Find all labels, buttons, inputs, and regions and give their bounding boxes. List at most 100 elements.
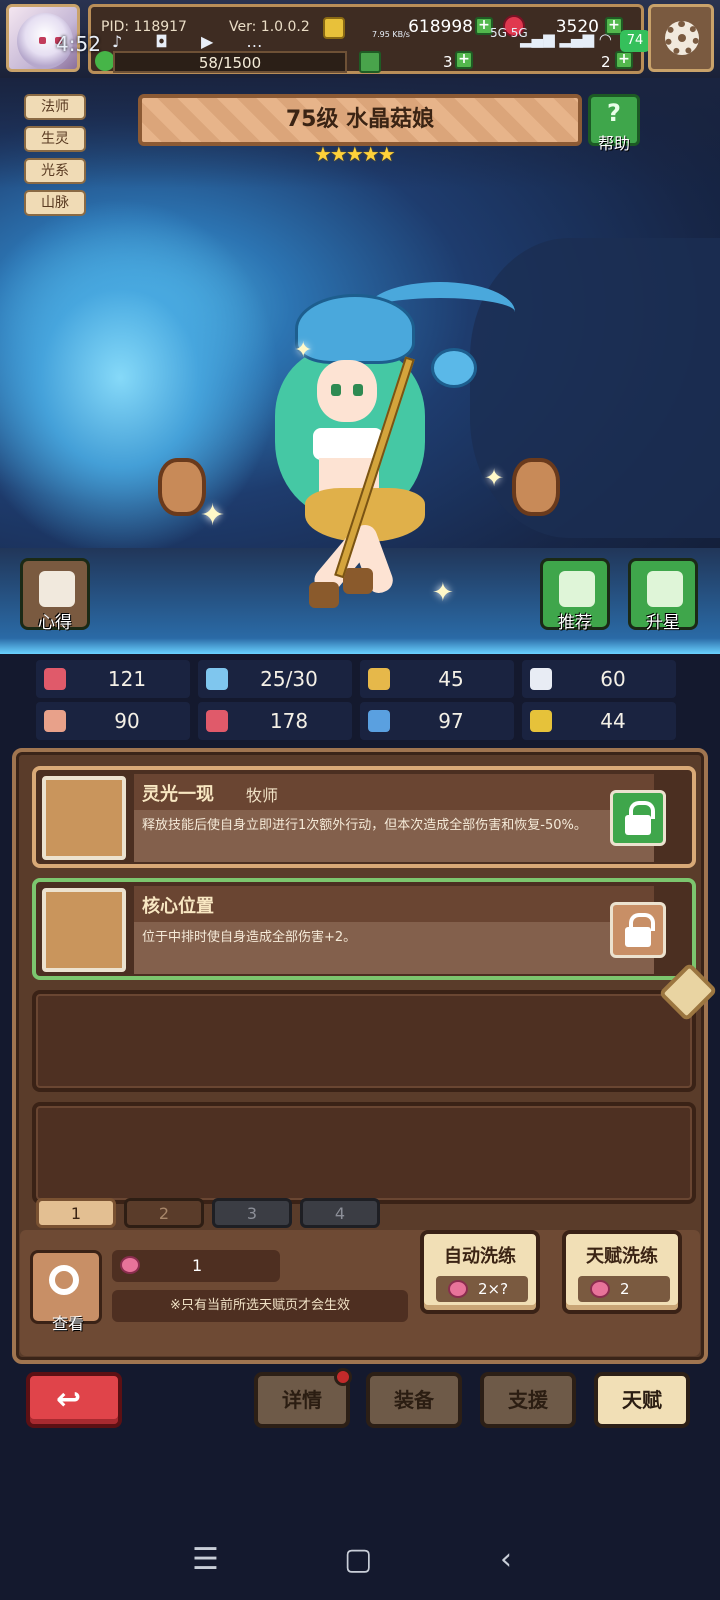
stat-luck: 44 — [522, 702, 676, 740]
fist-icon — [44, 710, 66, 732]
sparkle-icon: ✦ — [432, 578, 454, 608]
avatar-eye — [39, 37, 46, 44]
page-tab-2[interactable]: 2 — [124, 1198, 204, 1228]
stat-value: 121 — [107, 667, 147, 691]
talent-description: 释放技能后使自身立即进行1次额外行动，但本次造成全部伤害和恢复-50%。 — [134, 810, 654, 862]
back-nav-icon[interactable]: ‹ — [500, 1542, 512, 1577]
stat-strength: 90 — [36, 702, 190, 740]
stat-speed: 97 — [360, 702, 514, 740]
stat-agility: 60 — [522, 660, 676, 698]
clover-ticket-icon — [359, 51, 381, 73]
upgrade-star-label: 升星 — [646, 613, 680, 633]
stat-hp: 121 — [36, 660, 190, 698]
battery-indicator: 74 — [620, 30, 650, 52]
lock-icon[interactable] — [610, 790, 666, 846]
cross-icon — [42, 888, 126, 972]
page-tab-4[interactable]: 4 — [300, 1198, 380, 1228]
gold-coin-icon — [323, 17, 345, 39]
talent-panel: 灵光一现 牧师 释放技能后使自身立即进行1次额外行动，但本次造成全部伤害和恢复-… — [12, 748, 718, 1364]
tab-support[interactable]: 支援 — [480, 1372, 576, 1428]
sparkle-icon: ✦ — [200, 498, 226, 533]
shield-icon — [368, 668, 390, 690]
talent-description: 位于中排时使自身造成全部伤害+2。 — [134, 922, 654, 974]
thumbs-up-icon — [559, 571, 595, 607]
fruit-icon — [448, 1280, 468, 1298]
question-icon: ? — [607, 99, 621, 127]
talent-header: 核心位置 — [134, 886, 654, 922]
hero-tag-race: 生灵 — [24, 126, 86, 152]
system-navigation-bar: ☰ ▢ ‹ — [0, 1520, 720, 1600]
stat-mana: 25/30 — [198, 660, 352, 698]
stamina-value: 58/1500 — [198, 54, 262, 72]
talent-name: 灵光一现 — [142, 784, 214, 805]
add-ticket-button[interactable]: + — [455, 51, 473, 69]
notification-dot — [334, 1368, 352, 1386]
recent-apps-icon[interactable]: ☰ — [192, 1542, 219, 1577]
talent-card[interactable]: 灵光一现 牧师 释放技能后使自身立即进行1次额外行动，但本次造成全部伤害和恢复-… — [32, 766, 696, 868]
stat-value: 60 — [600, 667, 626, 691]
talent-header: 灵光一现 牧师 — [134, 774, 654, 810]
recommend-label: 推荐 — [558, 613, 592, 633]
add-key-button[interactable]: + — [615, 51, 633, 69]
stat-value: 44 — [600, 709, 626, 733]
unlock-icon[interactable] — [610, 902, 666, 958]
hammer-icon — [42, 776, 126, 860]
back-button[interactable]: ↩ — [26, 1372, 122, 1428]
hero-scene: 法师 生灵 光系 山脉 75级 水晶菇娘 ★★★★★ ? 帮助 ✦ ✦ ✦ ✦ … — [0, 78, 720, 654]
rune-stone-left — [158, 458, 206, 516]
settings-button[interactable] — [648, 4, 714, 72]
tab-talent[interactable]: 天赋 — [594, 1372, 690, 1428]
status-clock: 4:52 — [56, 32, 101, 56]
stat-value: 178 — [269, 709, 309, 733]
tab-equipment[interactable]: 装备 — [366, 1372, 462, 1428]
page-tab-3[interactable]: 3 — [212, 1198, 292, 1228]
top-bar: PID: 118917 Ver: 1.0.0.2 618998 + 3520 +… — [0, 0, 720, 78]
hero-title: 75级 水晶菇娘 — [138, 94, 582, 146]
gear-icon — [665, 21, 699, 55]
stat-value: 25/30 — [260, 667, 318, 691]
talent-refine-label: 天赋洗练 — [586, 1246, 658, 1267]
hero-star-rating: ★★★★★ — [314, 142, 396, 166]
talent-controls: 查看 1 ※只有当前所选天赋页才会生效 自动洗练 2×? 天赋洗练 2 — [20, 1230, 700, 1356]
talent-refine-button[interactable]: 天赋洗练 2 — [562, 1230, 682, 1314]
refine-fruit-counter: 1 — [112, 1250, 280, 1282]
talent-name: 核心位置 — [142, 896, 214, 917]
page-tab-1[interactable]: 1 — [36, 1198, 116, 1228]
wing-icon — [530, 668, 552, 690]
horseshoe-icon — [530, 710, 552, 732]
auto-refine-label: 自动洗练 — [444, 1246, 516, 1267]
help-label: 帮助 — [597, 134, 630, 153]
network-speed: 7.95 KB/s — [372, 30, 410, 39]
notes-label: 心得 — [38, 613, 72, 633]
fruit-icon — [590, 1280, 610, 1298]
stat-value: 90 — [114, 709, 140, 733]
sparkle-icon: ✦ — [484, 464, 505, 492]
talent-card[interactable]: 核心位置 位于中排时使自身造成全部伤害+2。 — [32, 878, 696, 980]
key-count: 2 — [601, 53, 611, 71]
mana-drop-icon — [206, 668, 228, 690]
view-label: 查看 — [51, 1314, 84, 1333]
gold-amount: 618998 — [408, 17, 473, 37]
crystal-glow — [0, 198, 280, 558]
return-arrow-icon: ↩ — [56, 1382, 82, 1417]
star-icon — [647, 571, 683, 607]
home-icon[interactable]: ▢ — [344, 1542, 372, 1577]
stat-value: 97 — [438, 709, 464, 733]
fruit-icon — [120, 1256, 140, 1274]
talent-class: 牧师 — [246, 786, 279, 805]
hero-tag-terrain: 山脉 — [24, 190, 86, 216]
signal-icon: ▂▄▆ ▂▄▆ ◠ — [520, 30, 612, 48]
boot-icon — [368, 710, 390, 732]
auto-refine-button[interactable]: 自动洗练 2×? — [420, 1230, 540, 1314]
sparkle-icon: ✦ — [294, 338, 313, 363]
rune-stone-right — [512, 458, 560, 516]
page-hint: ※只有当前所选天赋页才会生效 — [112, 1290, 408, 1322]
fruit-count: 1 — [192, 1256, 203, 1275]
empty-talent-slot[interactable] — [32, 1102, 696, 1204]
ticket-count: 3 — [443, 53, 453, 71]
stat-defense: 45 — [360, 660, 514, 698]
empty-talent-slot[interactable] — [32, 990, 696, 1092]
stat-intellect: 178 — [198, 702, 352, 740]
book-icon — [206, 710, 228, 732]
heart-icon — [44, 668, 66, 690]
